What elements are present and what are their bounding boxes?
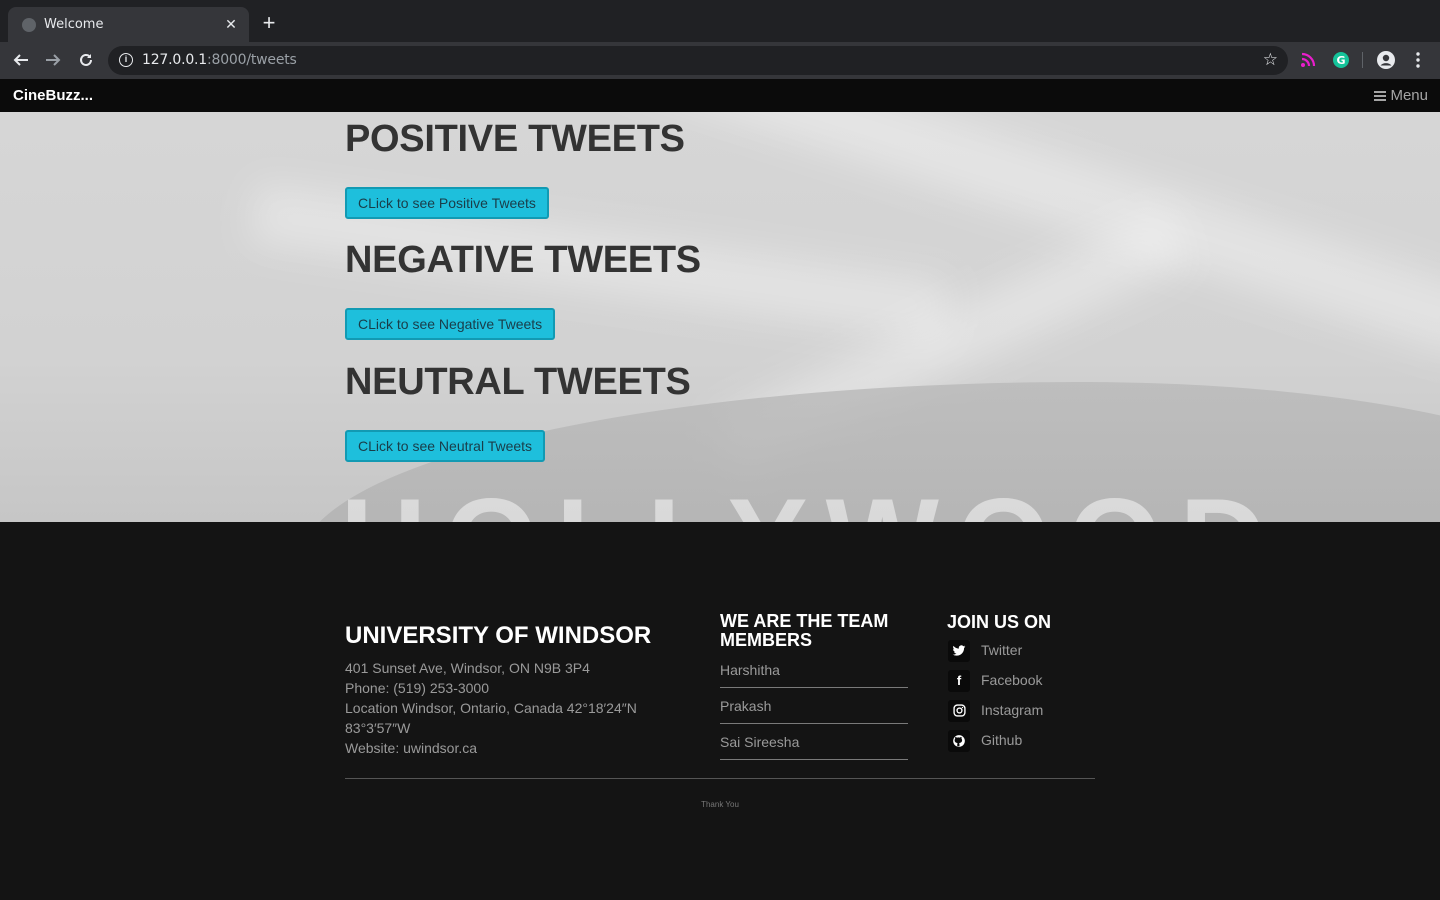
address-bar[interactable]: i 127.0.0.1:8000/tweets ☆ [108,46,1288,75]
website-text: Website: uwindsor.ca [345,740,478,756]
browser-toolbar: i 127.0.0.1:8000/tweets ☆ G [0,42,1440,79]
facebook-icon: f [948,670,970,692]
menu-button[interactable]: Menu [1374,87,1428,104]
social-label: Instagram [981,702,1044,718]
social-label: Twitter [981,642,1023,658]
brand-logo[interactable]: CineBuzz... [13,87,93,104]
browser-tab-strip: Welcome ✕ + [0,0,1440,42]
section-heading: NEUTRAL TWEETS [345,361,691,403]
tab-title: Welcome [44,17,104,32]
grammarly-extension-icon[interactable]: G [1332,51,1350,69]
social-link-github[interactable]: Github [948,730,1108,752]
browser-tab[interactable]: Welcome ✕ [8,7,249,42]
browser-menu-icon[interactable] [1406,48,1430,72]
join-title: JOIN US ON [947,612,1052,632]
team-member[interactable]: Sai Sireesha [720,724,908,760]
svg-text:G: G [1336,54,1345,67]
bookmark-star-icon[interactable]: ☆ [1263,50,1278,70]
hamburger-icon [1374,91,1387,101]
reload-icon [80,53,92,66]
social-label: Github [981,732,1023,748]
team-member[interactable]: Prakash [720,688,908,724]
forward-button[interactable] [41,48,65,72]
address-text: 401 Sunset Ave, Windsor, ON N9B 3P4 [345,660,590,676]
social-link-twitter[interactable]: Twitter [948,640,1108,662]
thank-you-text: Thank You [701,800,739,809]
hollywood-sign-image: HOLLYWOOD [340,472,1266,522]
contact-info: 401 Sunset Ave, Windsor, ON N9B 3P4 Phon… [345,658,675,758]
instagram-icon [948,700,970,722]
team-title: WE ARE THE TEAM MEMBERS [720,611,889,650]
social-label: Facebook [981,672,1043,688]
location-text: Location Windsor, Ontario, Canada 42°18′… [345,700,637,736]
phone-text: Phone: (519) 253-3000 [345,680,489,696]
site-navbar: CineBuzz... Menu [0,79,1440,112]
toolbar-divider [1362,52,1363,68]
github-icon [948,730,970,752]
rss-extension-icon[interactable] [1299,51,1317,69]
neutral-tweets-button[interactable]: CLick to see Neutral Tweets [345,430,546,462]
twitter-icon [948,640,970,662]
close-tab-icon[interactable]: ✕ [222,15,240,33]
section-heading: NEGATIVE TWEETS [345,239,701,281]
team-member[interactable]: Harshitha [720,652,908,688]
positive-tweets-button[interactable]: CLick to see Positive Tweets [345,187,549,219]
arrow-right-icon [46,54,61,66]
social-link-instagram[interactable]: Instagram [948,700,1108,722]
profile-icon[interactable] [1376,50,1396,70]
footer-divider [345,778,1095,779]
team-list: Harshitha Prakash Sai Sireesha [720,652,908,760]
globe-icon [22,18,36,32]
hero-section: HOLLYWOOD [0,112,1440,522]
social-link-facebook[interactable]: f Facebook [948,670,1108,692]
negative-tweets-button[interactable]: CLick to see Negative Tweets [345,308,556,340]
info-icon[interactable]: i [119,53,133,67]
university-title: UNIVERSITY OF WINDSOR [345,622,652,649]
back-button[interactable] [9,48,33,72]
url-text: 127.0.0.1:8000/tweets [142,52,297,68]
arrow-left-icon [13,54,28,66]
reload-button[interactable] [74,48,98,72]
section-heading: POSITIVE TWEETS [345,118,685,160]
new-tab-button[interactable]: + [258,12,280,35]
